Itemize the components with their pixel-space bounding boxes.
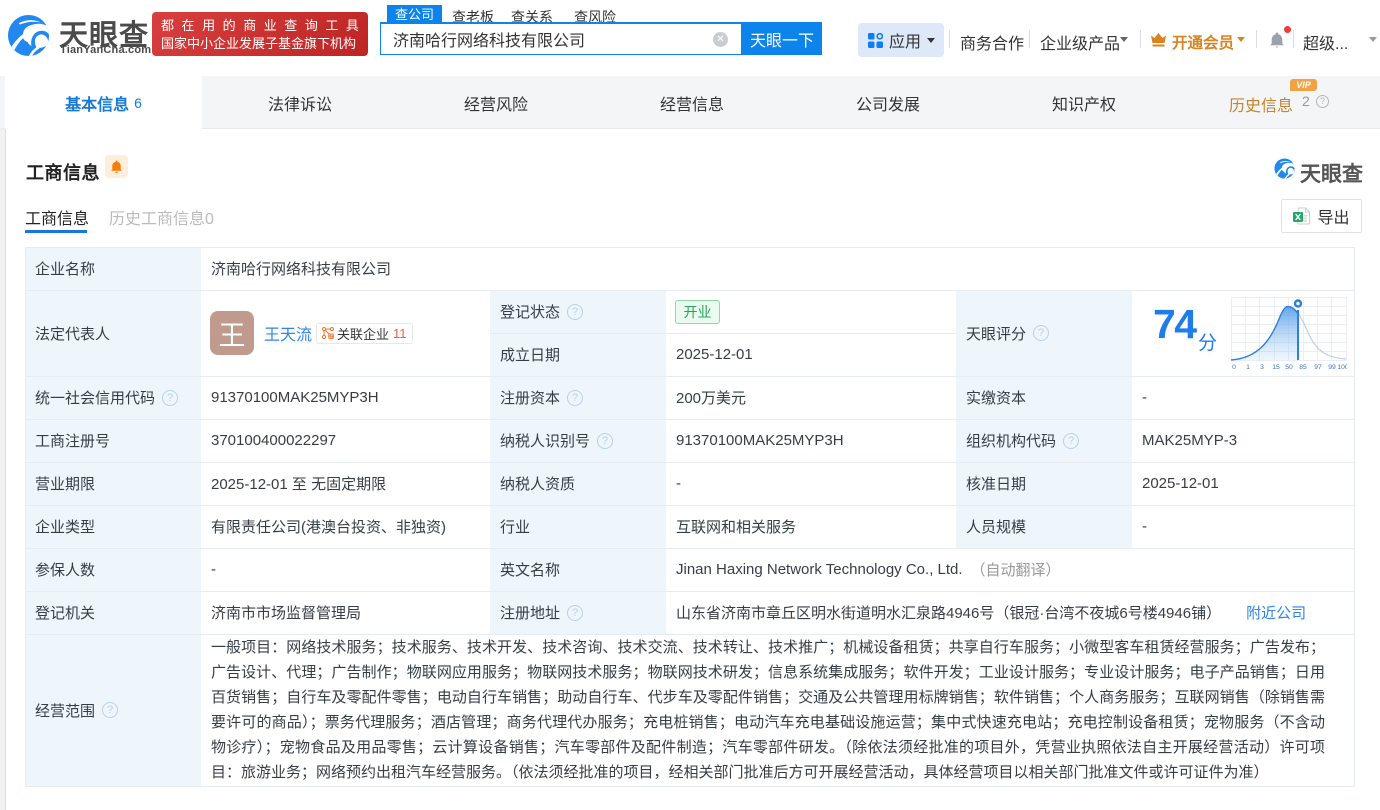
svg-text:3: 3: [1260, 364, 1264, 371]
svg-text:50: 50: [1285, 364, 1293, 371]
svg-text:0: 0: [1232, 364, 1236, 371]
svg-text:1: 1: [1246, 364, 1250, 371]
svg-text:99: 99: [1328, 364, 1336, 371]
svg-text:企: 企: [329, 333, 334, 339]
svg-text:100: 100: [1337, 364, 1347, 371]
svg-text:15: 15: [1272, 364, 1280, 371]
svg-text:85: 85: [1299, 364, 1307, 371]
svg-text:97: 97: [1314, 364, 1322, 371]
